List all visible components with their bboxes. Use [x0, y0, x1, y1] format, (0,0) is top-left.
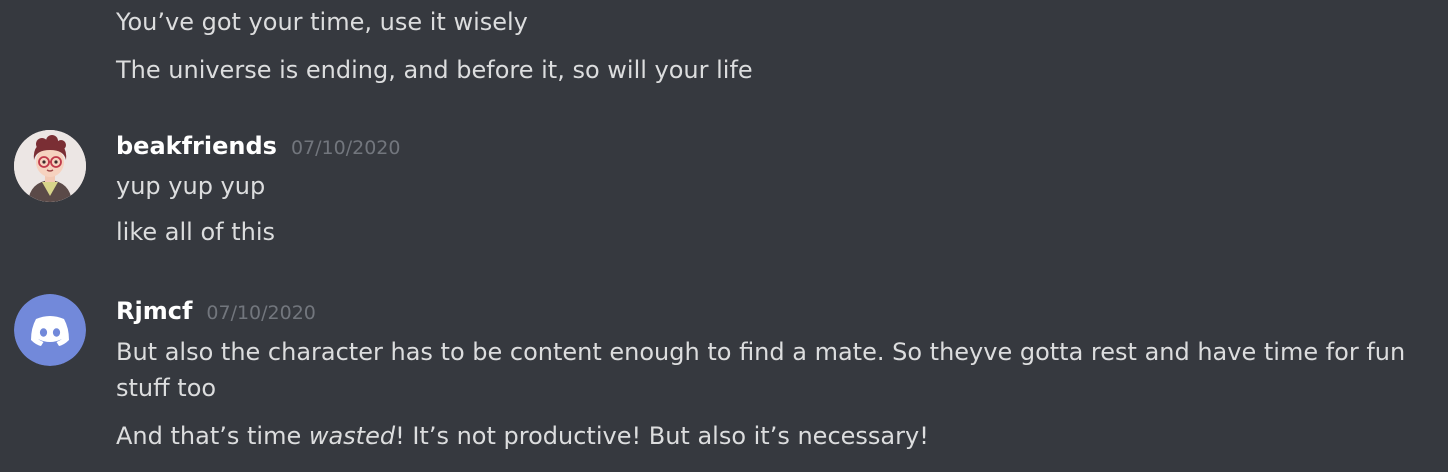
message-header: beakfriends 07/10/2020	[116, 130, 400, 164]
message-text: You’ve got your time, use it wisely	[116, 8, 528, 36]
chat-message-list: You’ve got your time, use it wisely The …	[0, 0, 1448, 472]
cartoon-person-avatar-icon	[14, 130, 86, 202]
avatar[interactable]	[14, 294, 86, 366]
message-text: The universe is ending, and before it, s…	[116, 56, 753, 84]
username[interactable]: Rjmcf	[116, 295, 192, 327]
message-text: like all of this	[116, 218, 275, 246]
username[interactable]: beakfriends	[116, 130, 277, 162]
timestamp: 07/10/2020	[290, 137, 401, 159]
message-text: But also the character has to be content…	[116, 338, 1406, 402]
italic-text: wasted	[308, 422, 396, 450]
discord-logo-icon	[14, 294, 86, 366]
message-header: Rjmcf 07/10/2020	[116, 295, 316, 329]
message-text-segment: ! It’s not productive! But also it’s nec…	[395, 422, 929, 450]
message-text-segment: And that’s time	[116, 422, 309, 450]
avatar[interactable]	[14, 130, 86, 202]
timestamp: 07/10/2020	[206, 302, 316, 324]
message-text: yup yup yup	[116, 172, 266, 200]
message-text: And that’s time wasted! It’s not product…	[116, 418, 929, 454]
